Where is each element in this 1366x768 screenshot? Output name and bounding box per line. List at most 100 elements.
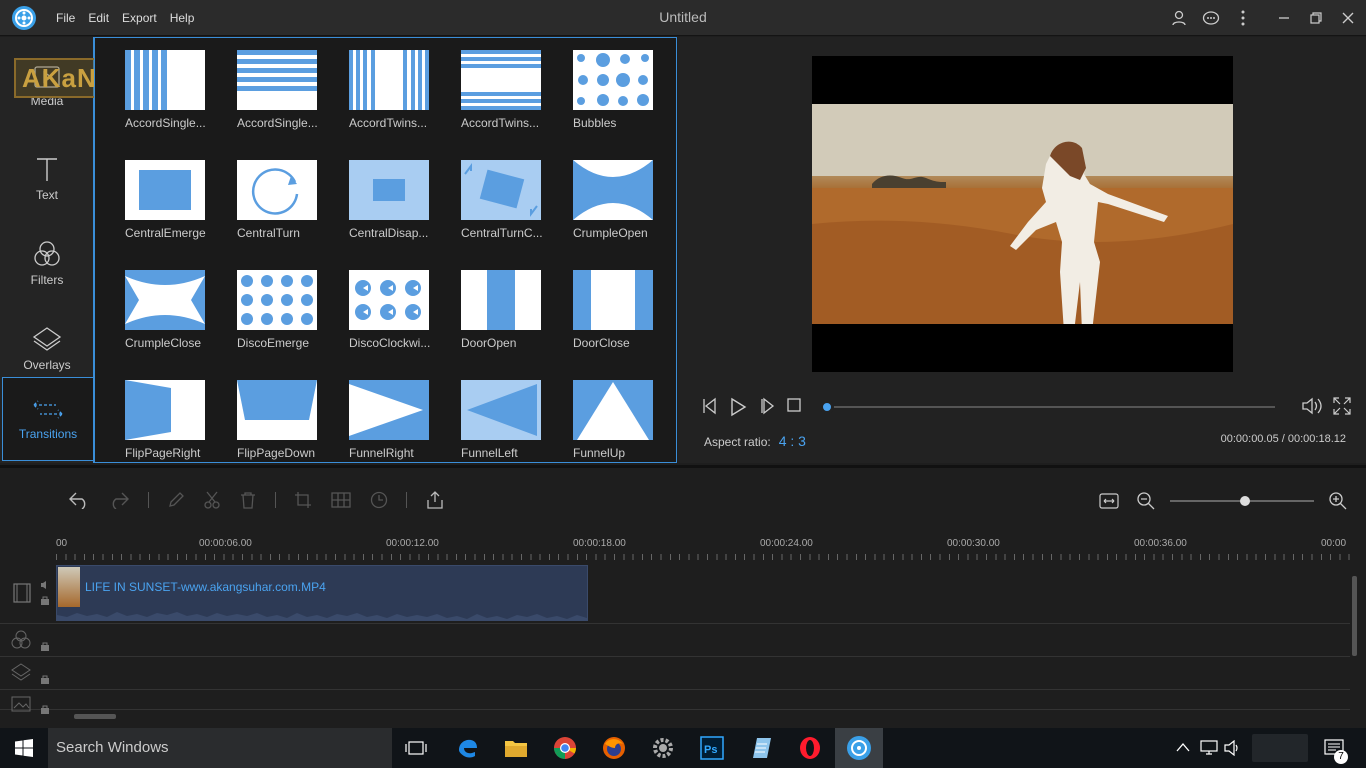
transition-label: DoorOpen xyxy=(461,336,517,350)
chevron-up-icon[interactable] xyxy=(1176,742,1190,752)
transition-thumbnail xyxy=(349,50,429,110)
edge-icon[interactable] xyxy=(453,734,481,762)
redo-icon[interactable] xyxy=(108,491,130,509)
transition-item[interactable]: CentralEmerge xyxy=(125,160,225,260)
transition-item[interactable]: AccordSingle... xyxy=(125,50,225,150)
transition-item[interactable]: AccordTwins... xyxy=(349,50,449,150)
windows-taskbar: Search Windows Ps 7 xyxy=(0,728,1366,768)
transition-item[interactable]: CentralDisap... xyxy=(349,160,449,260)
sidebar-item-text[interactable]: Text xyxy=(0,137,94,221)
ruler-label: 00 xyxy=(56,538,68,549)
ruler-label: 00:00:18.00 xyxy=(573,538,626,549)
menu-file[interactable]: File xyxy=(56,11,75,25)
network-icon[interactable] xyxy=(1200,740,1218,756)
ruler-label: 00:00 xyxy=(1321,538,1347,549)
transition-item[interactable]: FunnelUp xyxy=(573,380,673,462)
sidebar-item-label: Overlays xyxy=(23,358,71,372)
start-button[interactable] xyxy=(0,728,48,768)
close-icon[interactable] xyxy=(1338,8,1358,28)
export-icon[interactable] xyxy=(425,490,445,510)
transition-item[interactable]: Bubbles xyxy=(573,50,673,150)
previous-frame-icon[interactable] xyxy=(700,397,718,415)
timeline-horizontal-scrollbar[interactable] xyxy=(74,714,116,719)
transition-item[interactable]: CrumpleClose xyxy=(125,270,225,370)
transition-label: Bubbles xyxy=(573,116,617,130)
firefox-icon[interactable] xyxy=(600,734,628,762)
edit-icon[interactable] xyxy=(167,491,185,509)
cut-icon[interactable] xyxy=(203,491,221,509)
file-explorer-icon[interactable] xyxy=(502,734,530,762)
chat-icon[interactable] xyxy=(1201,8,1221,28)
minimize-icon[interactable] xyxy=(1274,8,1294,28)
delete-icon[interactable] xyxy=(239,491,257,509)
zoom-in-icon[interactable] xyxy=(1329,492,1347,510)
notepad-icon[interactable] xyxy=(747,734,775,762)
clock-area[interactable] xyxy=(1252,734,1308,762)
transition-label: CrumpleClose xyxy=(125,336,202,350)
ruler-label: 00:00:24.00 xyxy=(760,538,813,549)
transition-item[interactable]: FlipPageRight xyxy=(125,380,225,462)
seek-bar[interactable] xyxy=(828,406,1275,408)
transition-item[interactable]: AccordTwins... xyxy=(461,50,561,150)
aspect-ratio-value[interactable]: 4 : 3 xyxy=(779,433,806,449)
speaker-icon[interactable] xyxy=(40,580,50,590)
transition-label: DiscoClockwi... xyxy=(349,336,431,350)
transition-item[interactable]: FunnelLeft xyxy=(461,380,561,462)
volume-icon[interactable] xyxy=(1301,397,1323,415)
chrome-icon[interactable] xyxy=(551,734,579,762)
photoshop-icon[interactable]: Ps xyxy=(698,734,726,762)
stop-icon[interactable] xyxy=(786,397,802,413)
transition-item[interactable]: FunnelRight xyxy=(349,380,449,462)
transition-thumbnail xyxy=(237,270,317,330)
fullscreen-icon[interactable] xyxy=(1333,397,1351,415)
video-clip[interactable]: LIFE IN SUNSET-www.akangsuhar.com.MP4 xyxy=(56,565,588,621)
transition-item[interactable]: FlipPageDown xyxy=(237,380,337,462)
opera-icon[interactable] xyxy=(796,734,824,762)
transition-label: AccordTwins... xyxy=(349,116,428,130)
sidebar-item-label: Filters xyxy=(30,273,64,287)
transition-label: CentralTurnC... xyxy=(461,226,543,240)
menu-export[interactable]: Export xyxy=(122,11,157,25)
mosaic-icon[interactable] xyxy=(330,491,352,509)
menu-edit[interactable]: Edit xyxy=(88,11,109,25)
lock-icon[interactable] xyxy=(40,674,50,684)
transition-thumbnail xyxy=(573,380,653,440)
task-view-icon[interactable] xyxy=(402,734,430,762)
more-icon[interactable] xyxy=(1233,8,1253,28)
lock-icon[interactable] xyxy=(40,641,50,651)
lock-icon[interactable] xyxy=(40,704,50,714)
lock-icon[interactable] xyxy=(40,595,50,605)
undo-icon[interactable] xyxy=(68,491,90,509)
settings-gear-icon[interactable] xyxy=(649,734,677,762)
transition-item[interactable]: DoorOpen xyxy=(461,270,561,370)
zoom-slider-handle[interactable] xyxy=(1240,496,1250,506)
video-editor-taskbar-icon[interactable] xyxy=(835,728,883,768)
timeline-vertical-scrollbar[interactable] xyxy=(1352,576,1357,656)
transition-item[interactable]: DoorClose xyxy=(573,270,673,370)
fit-timeline-icon[interactable] xyxy=(1099,492,1119,510)
ruler-label: 00:00:30.00 xyxy=(947,538,1000,549)
zoom-out-icon[interactable] xyxy=(1137,492,1155,510)
aspect-ratio: Aspect ratio: 4 : 3 xyxy=(704,433,806,449)
time-ruler[interactable]: 00 00:00:06.00 00:00:12.00 00:00:18.00 0… xyxy=(56,538,1350,560)
play-icon[interactable] xyxy=(728,397,748,417)
sidebar-item-transitions[interactable]: Transitions xyxy=(2,377,94,461)
duration-icon[interactable] xyxy=(370,491,388,509)
volume-tray-icon[interactable] xyxy=(1224,740,1242,756)
sidebar-item-filters[interactable]: Filters xyxy=(0,222,94,306)
user-icon[interactable] xyxy=(1169,8,1189,28)
seek-handle[interactable] xyxy=(820,400,834,414)
transition-item[interactable]: AccordSingle... xyxy=(237,50,337,150)
next-frame-icon[interactable] xyxy=(758,397,776,415)
transition-item[interactable]: CentralTurn xyxy=(237,160,337,260)
restore-icon[interactable] xyxy=(1306,8,1326,28)
transition-item[interactable]: DiscoEmerge xyxy=(237,270,337,370)
transition-thumbnail xyxy=(573,270,653,330)
transition-item[interactable]: CentralTurnC... xyxy=(461,160,561,260)
crop-icon[interactable] xyxy=(294,491,312,509)
taskbar-search[interactable]: Search Windows xyxy=(48,728,392,768)
menu-help[interactable]: Help xyxy=(170,11,195,25)
transition-item[interactable]: CrumpleOpen xyxy=(573,160,673,260)
transition-item[interactable]: DiscoClockwi... xyxy=(349,270,449,370)
overlays-track-icon xyxy=(11,663,31,681)
